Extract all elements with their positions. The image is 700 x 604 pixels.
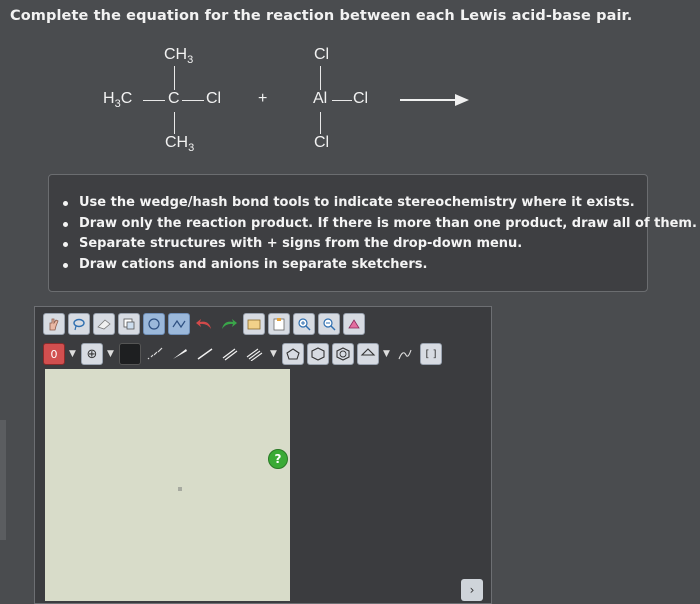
r2-bond-top bbox=[320, 66, 321, 90]
chevron-down-icon[interactable]: ▼ bbox=[106, 343, 115, 365]
r1-top-group: CH3 bbox=[164, 46, 194, 67]
drawing-canvas[interactable]: ? bbox=[45, 369, 290, 601]
instruction-item: Separate structures with + signs from th… bbox=[63, 234, 637, 255]
triple-bond-icon[interactable] bbox=[244, 343, 266, 365]
zoom-in-icon[interactable] bbox=[293, 313, 315, 335]
r1-bond-left bbox=[143, 100, 165, 101]
pentagon-ring-icon[interactable] bbox=[282, 343, 304, 365]
r1-bottom-group: CH3 bbox=[165, 134, 195, 155]
eraser-icon[interactable] bbox=[93, 313, 115, 335]
r1-bond-top bbox=[174, 66, 175, 90]
template-chain-icon[interactable] bbox=[168, 313, 190, 335]
single-bond-icon[interactable] bbox=[194, 343, 216, 365]
r2-center-aluminum: Al bbox=[313, 90, 328, 107]
r2-bottom-chlorine: Cl bbox=[314, 134, 330, 151]
zoom-out-icon[interactable] bbox=[318, 313, 340, 335]
r1-bond-bottom bbox=[174, 112, 175, 134]
r2-bond-bottom bbox=[320, 112, 321, 134]
redo-icon[interactable] bbox=[218, 313, 240, 335]
r2-top-chlorine: Cl bbox=[314, 46, 330, 63]
plus-sign: + bbox=[258, 90, 268, 107]
cyclohexane-icon[interactable] bbox=[357, 343, 379, 365]
charge-bracket-icon[interactable]: [ ] bbox=[420, 343, 442, 365]
r1-center-carbon: C bbox=[168, 90, 180, 107]
add-atom-button[interactable]: ⊕ bbox=[81, 343, 103, 365]
molecule-sketcher[interactable]: 0 ▼ ⊕ ▼ ▼ ▼ [] ? › bbox=[34, 306, 492, 604]
expand-button[interactable]: › bbox=[461, 579, 483, 601]
charge-selector[interactable]: 0 bbox=[43, 343, 65, 365]
settings-icon[interactable] bbox=[343, 313, 365, 335]
page-edge bbox=[0, 420, 6, 540]
hand-icon[interactable] bbox=[43, 313, 65, 335]
sketcher-toolbar-bottom: 0 ▼ ⊕ ▼ ▼ ▼ [] bbox=[43, 341, 445, 367]
undo-icon[interactable] bbox=[193, 313, 215, 335]
chevron-down-icon[interactable]: ▼ bbox=[68, 343, 77, 365]
copy-icon[interactable] bbox=[118, 313, 140, 335]
help-button[interactable]: ? bbox=[268, 449, 288, 469]
benzene-ring-icon[interactable] bbox=[332, 343, 354, 365]
r1-bond-right bbox=[182, 100, 204, 101]
r1-left-group: H3C bbox=[103, 90, 133, 111]
instruction-item: Draw only the reaction product. If there… bbox=[63, 214, 697, 235]
lasso-select-icon[interactable] bbox=[68, 313, 90, 335]
instruction-item: Use the wedge/hash bond tools to indicat… bbox=[63, 193, 637, 214]
reaction-equation: CH3 H3C C Cl CH3 + Cl Al Cl Cl bbox=[0, 0, 700, 170]
bracket-icon[interactable] bbox=[395, 343, 417, 365]
canvas-marker bbox=[178, 487, 182, 491]
instructions-panel: Use the wedge/hash bond tools to indicat… bbox=[48, 174, 697, 292]
template-ring-icon[interactable] bbox=[143, 313, 165, 335]
hexagon-ring-icon[interactable] bbox=[307, 343, 329, 365]
chevron-down-icon[interactable]: ▼ bbox=[269, 343, 278, 365]
sketcher-toolbar-top bbox=[43, 311, 368, 337]
reaction-arrow bbox=[400, 99, 458, 101]
clean-structure-icon[interactable] bbox=[243, 313, 265, 335]
chevron-down-icon[interactable]: ▼ bbox=[382, 343, 391, 365]
paste-icon[interactable] bbox=[268, 313, 290, 335]
hash-bond-icon[interactable] bbox=[144, 343, 166, 365]
r1-right-chlorine: Cl bbox=[206, 90, 222, 107]
reaction-arrow-head bbox=[455, 94, 469, 106]
color-swatch[interactable] bbox=[119, 343, 141, 365]
r2-right-chlorine: Cl bbox=[353, 90, 369, 107]
instruction-item: Draw cations and anions in separate sket… bbox=[63, 255, 637, 276]
r2-bond-right bbox=[332, 100, 352, 101]
double-bond-icon[interactable] bbox=[219, 343, 241, 365]
wedge-bond-icon[interactable] bbox=[169, 343, 191, 365]
